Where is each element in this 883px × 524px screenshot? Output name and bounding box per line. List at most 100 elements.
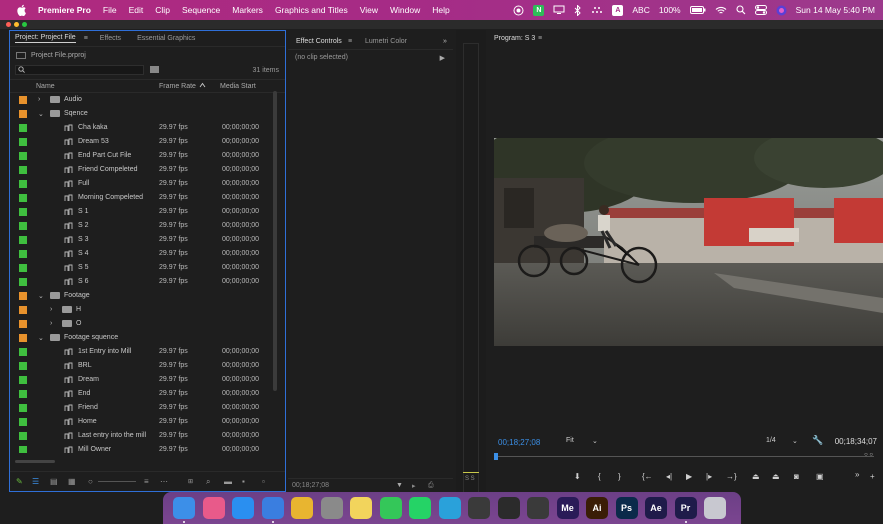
menu-edit[interactable]: Edit <box>129 5 144 15</box>
zoom-scroll-handle[interactable]: ○ ○ <box>864 452 873 458</box>
button-editor-icon[interactable]: + <box>870 472 875 481</box>
panel-menu-icon[interactable]: ≡ <box>538 35 542 42</box>
project-list-scrollbar[interactable] <box>273 91 277 391</box>
menu-window[interactable]: Window <box>390 5 420 15</box>
panel-menu-icon[interactable]: ≡ <box>84 35 88 42</box>
telegram-icon[interactable] <box>438 497 461 519</box>
column-frame-rate[interactable]: Frame Rate <box>159 83 196 90</box>
playhead[interactable] <box>494 453 498 460</box>
zoom-slider-handle[interactable]: ○ <box>88 477 93 486</box>
sequence-row[interactable]: S 6 29.97 fps 00;00;00;00 <box>10 275 272 289</box>
step-back-icon[interactable]: ◂| <box>666 472 672 481</box>
panel-menu-icon[interactable]: ≡ <box>348 38 352 45</box>
label-color-chip[interactable] <box>19 194 27 202</box>
play-icon[interactable]: ▶ <box>686 472 692 481</box>
tab-effects[interactable]: Effects <box>100 35 121 42</box>
add-marker-icon[interactable]: ⬇ <box>574 472 581 481</box>
label-color-chip[interactable] <box>19 390 27 398</box>
chevron-down-icon[interactable]: ⌄ <box>38 110 44 118</box>
label-color-chip[interactable] <box>19 376 27 384</box>
effect-timecode[interactable]: 00;18;27;08 <box>292 482 329 489</box>
siri-icon[interactable] <box>776 4 787 16</box>
expand-arrow-icon[interactable]: ▶ <box>440 54 445 62</box>
tab-lumetri-color[interactable]: Lumetri Color <box>365 38 407 45</box>
column-name[interactable]: Name <box>36 83 55 90</box>
menu-view[interactable]: View <box>360 5 378 15</box>
final-cut-icon[interactable] <box>527 497 549 519</box>
zoom-window-button[interactable] <box>22 22 27 27</box>
solo-labels[interactable]: S S <box>465 476 475 482</box>
sequence-row[interactable]: S 2 29.97 fps 00;00;00;00 <box>10 219 272 233</box>
messages-icon[interactable] <box>379 497 402 519</box>
label-color-chip[interactable] <box>19 278 27 286</box>
label-color-chip[interactable] <box>19 320 27 328</box>
davinci-icon[interactable] <box>497 497 520 519</box>
program-video-frame[interactable] <box>494 138 883 346</box>
sequence-row[interactable]: Dream 53 29.97 fps 00;00;00;00 <box>10 135 272 149</box>
sequence-row[interactable]: End Part Cut File 29.97 fps 00;00;00;00 <box>10 149 272 163</box>
playback-resolution-dropdown[interactable]: 1/4 ⌄ <box>766 437 802 447</box>
program-monitor-title[interactable]: Program: S 3 <box>494 35 535 42</box>
automate-to-sequence-icon[interactable]: ⋯ <box>160 477 168 486</box>
wifi-icon[interactable] <box>715 4 727 16</box>
find-icon[interactable]: ⌕ <box>206 477 210 487</box>
find-bin-icon[interactable]: ⊞ <box>188 478 193 485</box>
photoshop-icon[interactable]: Ps <box>615 497 638 519</box>
sequence-row[interactable]: Friend Compeleted 29.97 fps 00;00;00;00 <box>10 163 272 177</box>
mark-out-icon[interactable]: } <box>618 472 621 481</box>
freeform-view-icon[interactable]: ▦ <box>68 477 76 486</box>
input-source-badge[interactable]: A <box>612 4 624 16</box>
new-bin-icon[interactable]: ▬ <box>224 477 232 486</box>
bin-row[interactable]: ⌄ Footage squence <box>10 331 272 345</box>
label-color-chip[interactable] <box>19 250 27 258</box>
close-window-button[interactable] <box>6 22 11 27</box>
zoom-level-dropdown[interactable]: Fit ⌄ <box>566 437 602 447</box>
label-color-chip[interactable] <box>19 432 27 440</box>
app-store-icon[interactable] <box>232 497 254 519</box>
chevron-down-icon[interactable]: ⌄ <box>38 292 44 300</box>
list-view-icon[interactable]: ☰ <box>32 477 39 486</box>
tab-effect-controls[interactable]: Effect Controls <box>296 38 342 45</box>
label-color-chip[interactable] <box>19 404 27 412</box>
menu-help[interactable]: Help <box>432 5 449 15</box>
bin-row[interactable]: › O <box>10 317 272 331</box>
n-status-icon[interactable]: N <box>533 4 545 16</box>
label-color-chip[interactable] <box>19 446 27 453</box>
input-source-label[interactable]: ABC <box>632 4 649 16</box>
trash-icon[interactable] <box>704 497 726 519</box>
column-media-start[interactable]: Media Start <box>220 83 256 90</box>
menu-file[interactable]: File <box>103 5 117 15</box>
label-color-chip[interactable] <box>19 152 27 160</box>
bluetooth-icon[interactable] <box>574 4 582 16</box>
menu-graphics-and-titles[interactable]: Graphics and Titles <box>275 5 348 15</box>
sequence-row[interactable]: BRL 29.97 fps 00;00;00;00 <box>10 359 272 373</box>
bin-row[interactable]: › Audio <box>10 93 272 107</box>
lift-icon[interactable]: ⏏ <box>752 472 760 481</box>
whatsapp-icon[interactable] <box>409 497 431 519</box>
sequence-row[interactable]: Home 29.97 fps 00;00;00;00 <box>10 415 272 429</box>
sequence-row[interactable]: Morning Compeleted 29.97 fps 00;00;00;00 <box>10 191 272 205</box>
sequence-row[interactable]: Full 29.97 fps 00;00;00;00 <box>10 177 272 191</box>
program-time-ruler[interactable]: ○ ○ <box>494 452 883 460</box>
notes-icon[interactable] <box>350 497 372 519</box>
label-color-chip[interactable] <box>19 348 27 356</box>
writable-pencil-icon[interactable]: ✎ <box>16 477 23 486</box>
sequence-row[interactable]: S 1 29.97 fps 00;00;00;00 <box>10 205 272 219</box>
safari-icon[interactable] <box>261 497 284 519</box>
dots-icon[interactable] <box>591 4 603 16</box>
label-color-chip[interactable] <box>19 96 27 104</box>
icon-view-icon[interactable]: ▤ <box>50 477 58 486</box>
sequence-row[interactable]: Last entry into the mill 29.97 fps 00;00;0… <box>10 429 272 443</box>
chevron-right-icon[interactable]: › <box>50 306 52 313</box>
sequence-row[interactable]: Cha kaka 29.97 fps 00;00;00;00 <box>10 121 272 135</box>
after-effects-icon[interactable]: Ae <box>645 497 667 519</box>
sequence-row[interactable]: End 29.97 fps 00;00;00;00 <box>10 387 272 401</box>
mark-in-icon[interactable]: { <box>598 472 601 481</box>
tab-project[interactable]: Project: Project File <box>15 34 76 43</box>
new-item-icon[interactable]: ▪ <box>242 477 245 486</box>
go-to-out-icon[interactable]: →} <box>726 472 737 481</box>
apple-menu-icon[interactable] <box>16 4 28 16</box>
label-color-chip[interactable] <box>19 208 27 216</box>
filter-icon[interactable]: ▼ <box>396 482 403 489</box>
label-color-chip[interactable] <box>19 418 27 426</box>
